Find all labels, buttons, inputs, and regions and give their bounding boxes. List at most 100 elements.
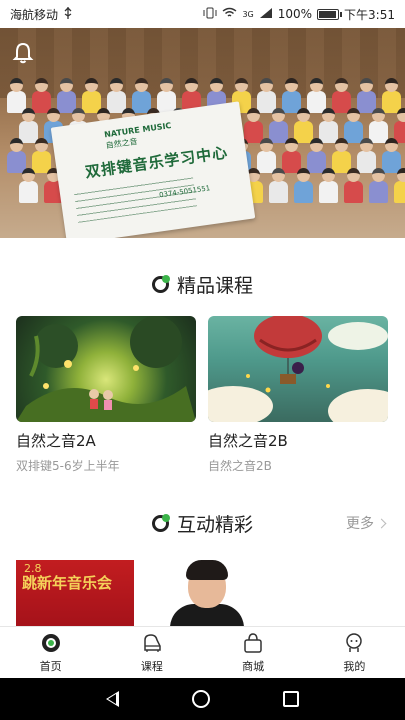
- tab-home[interactable]: 首页: [0, 627, 101, 678]
- home-icon: [40, 632, 62, 654]
- tab-label: 课程: [140, 659, 163, 673]
- clock: 下午3:51: [344, 7, 395, 22]
- crowd-body: [394, 181, 405, 203]
- crowd-body: [19, 181, 38, 203]
- tab-profile[interactable]: 我的: [304, 627, 405, 678]
- section-title: 精品课程: [176, 274, 253, 297]
- course-subtitle: 自然之音2B: [208, 459, 272, 473]
- course-subtitle: 双排键5-6岁上半年: [16, 459, 120, 473]
- crowd-body: [344, 121, 363, 143]
- recent-apps-icon[interactable]: [282, 691, 299, 707]
- crowd-person: [247, 108, 260, 122]
- status-bar: 海航移动 3G 100% 下午3:51: [0, 0, 405, 28]
- crowd-person: [310, 138, 323, 152]
- crowd-person: [347, 108, 360, 122]
- crowd-person: [47, 108, 60, 122]
- section-logo-icon: [151, 513, 170, 532]
- crowd-person: [210, 78, 223, 92]
- crowd-person: [385, 78, 398, 92]
- crowd-person: [185, 78, 198, 92]
- crowd-person: [385, 138, 398, 152]
- crowd-person: [10, 78, 23, 92]
- crowd-person: [297, 108, 310, 122]
- usb-icon: [63, 6, 73, 22]
- banner-carousel[interactable]: NATURE MUSIC 自然之音 双排键音乐学习中心 0374-5051551: [0, 28, 405, 238]
- vibrate-icon: [203, 7, 217, 22]
- piano-icon: [141, 632, 163, 654]
- course-card[interactable]: 自然之音2B 自然之音2B: [208, 316, 388, 474]
- crowd-person: [235, 78, 248, 92]
- crowd-person: [310, 78, 323, 92]
- crowd-person: [322, 108, 335, 122]
- course-name[interactable]: 自然之音2B: [208, 430, 388, 451]
- crowd-person: [397, 108, 405, 122]
- crowd-body: [369, 181, 388, 203]
- back-icon[interactable]: [106, 691, 120, 707]
- crowd-person: [85, 78, 98, 92]
- crowd-person: [22, 108, 35, 122]
- crowd-person: [60, 78, 73, 92]
- crowd-body: [19, 121, 38, 143]
- course-card[interactable]: 自然之音2A 双排键5-6岁上半年: [16, 316, 196, 474]
- wifi-icon: [222, 7, 237, 22]
- battery-icon: [317, 8, 343, 20]
- interactive-item[interactable]: [150, 560, 254, 626]
- bottom-tab-bar: 首页 课程 商城 我的: [0, 626, 405, 678]
- crowd-person: [372, 108, 385, 122]
- crowd-body: [244, 121, 263, 143]
- crowd-body: [269, 181, 288, 203]
- crowd-person: [22, 168, 35, 182]
- featured-section-header: 精品课程: [0, 270, 405, 298]
- profile-icon: [343, 632, 365, 654]
- crowd-body: [319, 181, 338, 203]
- home-button-icon[interactable]: [191, 690, 210, 708]
- crowd-person: [335, 138, 348, 152]
- crowd-person: [397, 168, 405, 182]
- section-title: 互动精彩: [176, 513, 253, 536]
- crowd-person: [285, 78, 298, 92]
- crowd-person: [272, 108, 285, 122]
- crowd-person: [260, 138, 273, 152]
- carrier-label: 海航移动: [10, 7, 59, 22]
- crowd-body: [294, 181, 313, 203]
- tab-courses[interactable]: 课程: [101, 627, 202, 678]
- crowd-person: [35, 78, 48, 92]
- chevron-right-icon: [376, 518, 387, 528]
- battery-percent: 100%: [277, 7, 313, 21]
- crowd-person: [360, 138, 373, 152]
- crowd-person: [10, 138, 23, 152]
- notification-bell-icon[interactable]: [12, 42, 34, 64]
- crowd-person: [372, 168, 385, 182]
- course-thumbnail[interactable]: [16, 316, 196, 422]
- course-name[interactable]: 自然之音2A: [16, 430, 196, 451]
- crowd-person: [272, 168, 285, 182]
- crowd-body: [294, 121, 313, 143]
- interactive-item[interactable]: 2.8 跳新年音乐会: [16, 560, 134, 626]
- crowd-body: [369, 121, 388, 143]
- crowd-person: [72, 108, 85, 122]
- crowd-person: [297, 168, 310, 182]
- crowd-person: [110, 78, 123, 92]
- crowd-person: [260, 78, 273, 92]
- crowd-body: [319, 121, 338, 143]
- sign-brand: NATURE MUSIC: [103, 121, 172, 140]
- course-thumbnail[interactable]: [208, 316, 388, 422]
- shopping-bag-icon: [242, 632, 264, 654]
- tab-label: 首页: [39, 659, 62, 673]
- crowd-body: [344, 181, 363, 203]
- system-nav-bar: [0, 678, 405, 720]
- crowd-person: [360, 78, 373, 92]
- promo-text: 跳新年音乐会: [22, 574, 113, 592]
- section-logo-icon: [151, 274, 170, 293]
- network-type: 3G: [242, 9, 254, 19]
- more-link[interactable]: 更多: [346, 513, 387, 533]
- crowd-person: [35, 138, 48, 152]
- more-label[interactable]: 更多: [346, 513, 374, 533]
- portrait-hair: [186, 560, 228, 580]
- signal-icon: [259, 7, 273, 22]
- crowd-body: [269, 121, 288, 143]
- crowd-person: [285, 138, 298, 152]
- crowd-person: [160, 78, 173, 92]
- crowd-person: [347, 168, 360, 182]
- tab-mall[interactable]: 商城: [203, 627, 304, 678]
